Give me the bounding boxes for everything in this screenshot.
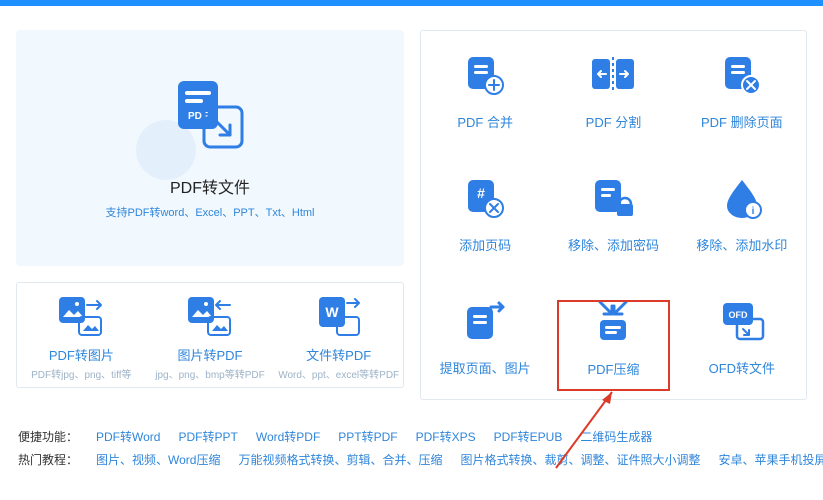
hero-title: PDF转文件 bbox=[170, 174, 250, 198]
extract-icon bbox=[463, 299, 507, 348]
tool-label: 移除、添加水印 bbox=[696, 235, 787, 254]
tool-label: 移除、添加密码 bbox=[568, 235, 659, 254]
merge-icon bbox=[464, 53, 506, 102]
tool-label: PDF压缩 bbox=[587, 359, 639, 378]
quick-links-row: 便捷功能： PDF转Word PDF转PPT Word转PDF PPT转PDF … bbox=[18, 428, 805, 445]
tool-password[interactable]: 移除、添加密码 bbox=[549, 154, 677, 277]
image-in-icon bbox=[186, 293, 234, 341]
tool-label: PDF转图片 bbox=[49, 345, 114, 364]
link-video-tutorial[interactable]: 万能视频格式转换、剪辑、合并、压缩 bbox=[238, 451, 442, 468]
word-file-icon: W bbox=[315, 293, 363, 341]
tool-label: 图片转PDF bbox=[178, 345, 243, 364]
link-qr-generator[interactable]: 二维码生成器 bbox=[580, 428, 652, 445]
footer-links: 便捷功能： PDF转Word PDF转PPT Word转PDF PPT转PDF … bbox=[0, 412, 823, 468]
link-compress-tutorial[interactable]: 图片、视频、Word压缩 bbox=[96, 451, 220, 468]
tool-extract[interactable]: 提取页面、图片 bbox=[421, 276, 549, 399]
lock-icon bbox=[591, 176, 635, 225]
tool-add-page-number[interactable]: # 添加页码 bbox=[421, 154, 549, 277]
tool-label: 文件转PDF bbox=[306, 345, 371, 364]
tool-label: OFD转文件 bbox=[709, 358, 775, 377]
tool-label: PDF 删除页面 bbox=[701, 112, 783, 131]
small-tools-grid: PDF转图片 PDF转jpg、png、tiff等 图片转PDF jpg、png、… bbox=[16, 282, 404, 388]
svg-text:i: i bbox=[751, 206, 754, 217]
link-word-to-pdf[interactable]: Word转PDF bbox=[256, 428, 320, 445]
image-out-icon bbox=[57, 293, 105, 341]
hot-links-label: 热门教程： bbox=[18, 451, 78, 468]
link-image-tutorial[interactable]: 图片格式转换、裁剪、调整、证件照大小调整 bbox=[461, 451, 701, 468]
quick-links-label: 便捷功能： bbox=[18, 428, 78, 445]
tool-desc: jpg、png、bmp等转PDF bbox=[153, 366, 266, 381]
page-number-icon: # bbox=[464, 176, 506, 225]
main-area: PDF PDF转文件 支持PDF转word、Excel、PPT、Txt、Html… bbox=[0, 6, 823, 412]
delete-page-icon bbox=[721, 53, 763, 102]
link-pdf-to-epub[interactable]: PDF转EPUB bbox=[494, 428, 563, 445]
link-pdf-to-xps[interactable]: PDF转XPS bbox=[416, 428, 476, 445]
hero-subtitle: 支持PDF转word、Excel、PPT、Txt、Html bbox=[105, 204, 314, 220]
link-pdf-to-word[interactable]: PDF转Word bbox=[96, 428, 160, 445]
tool-label: PDF 分割 bbox=[586, 112, 642, 131]
tool-pdf-split[interactable]: PDF 分割 bbox=[549, 31, 677, 154]
ofd-icon: OFD bbox=[719, 299, 765, 348]
tool-pdf-compress[interactable]: PDF压缩 bbox=[549, 276, 677, 399]
tool-desc: PDF转jpg、png、tiff等 bbox=[29, 366, 133, 381]
link-mirror-tutorial[interactable]: 安卓、苹果手机投屏至 bbox=[719, 451, 823, 468]
link-ppt-to-pdf[interactable]: PPT转PDF bbox=[338, 428, 397, 445]
tool-label: 添加页码 bbox=[459, 235, 511, 254]
link-pdf-to-ppt[interactable]: PDF转PPT bbox=[178, 428, 237, 445]
big-tools-grid: PDF 合并 PDF 分割 PDF 删除页面 # 添加页码 移除、添加密码 i … bbox=[420, 30, 807, 400]
tool-ofd-convert[interactable]: OFD OFD转文件 bbox=[678, 276, 806, 399]
tool-image-to-pdf[interactable]: 图片转PDF jpg、png、bmp等转PDF bbox=[146, 293, 275, 381]
compress-icon bbox=[592, 298, 634, 349]
svg-text:#: # bbox=[477, 185, 485, 201]
tool-label: PDF 合并 bbox=[457, 112, 513, 131]
hot-links-row: 热门教程： 图片、视频、Word压缩 万能视频格式转换、剪辑、合并、压缩 图片格… bbox=[18, 451, 805, 468]
right-column: PDF 合并 PDF 分割 PDF 删除页面 # 添加页码 移除、添加密码 i … bbox=[420, 30, 807, 400]
tool-watermark[interactable]: i 移除、添加水印 bbox=[678, 154, 806, 277]
tool-desc: Word、ppt、excel等转PDF bbox=[276, 366, 401, 381]
pdf-to-file-card[interactable]: PDF PDF转文件 支持PDF转word、Excel、PPT、Txt、Html bbox=[16, 30, 404, 266]
pdf-file-icon: PDF bbox=[170, 77, 250, 158]
tool-pdf-merge[interactable]: PDF 合并 bbox=[421, 31, 549, 154]
tool-label: 提取页面、图片 bbox=[440, 358, 531, 377]
tool-pdf-delete-page[interactable]: PDF 删除页面 bbox=[678, 31, 806, 154]
tool-pdf-to-image[interactable]: PDF转图片 PDF转jpg、png、tiff等 bbox=[17, 293, 146, 381]
watermark-icon: i bbox=[721, 176, 763, 225]
left-column: PDF PDF转文件 支持PDF转word、Excel、PPT、Txt、Html… bbox=[16, 30, 404, 400]
split-icon bbox=[588, 53, 638, 102]
tool-file-to-pdf[interactable]: W 文件转PDF Word、ppt、excel等转PDF bbox=[274, 293, 403, 381]
